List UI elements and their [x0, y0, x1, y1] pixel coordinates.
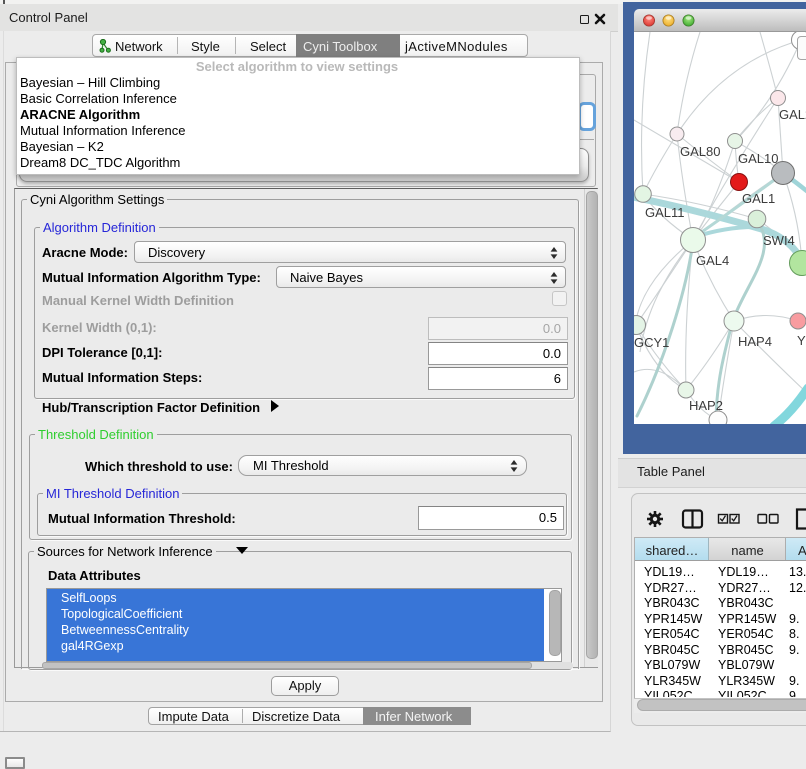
svg-text:GAL80: GAL80	[680, 144, 720, 159]
svg-text:GAL10: GAL10	[738, 151, 778, 166]
svg-text:GAL11: GAL11	[645, 205, 685, 220]
svg-text:HAP4: HAP4	[738, 334, 772, 349]
svg-text:Y: Y	[797, 333, 806, 348]
svg-text:GAL2: GAL2	[779, 107, 806, 122]
svg-text:HAP2: HAP2	[689, 398, 723, 413]
svg-text:GAL1: GAL1	[742, 191, 775, 206]
svg-text:SWI4: SWI4	[763, 233, 795, 248]
svg-text:GAL4: GAL4	[696, 253, 729, 268]
svg-text:GCY1: GCY1	[634, 335, 669, 350]
